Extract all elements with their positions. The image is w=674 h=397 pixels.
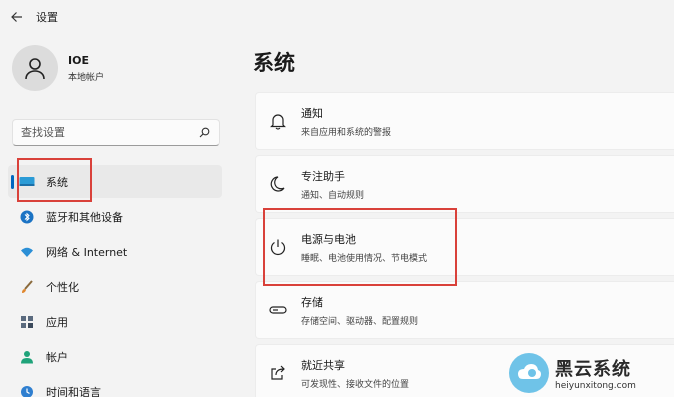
user-profile[interactable]: IOE 本地帐户 [12, 45, 104, 91]
window-title: 设置 [36, 11, 58, 24]
card-title: 电源与电池 [301, 232, 356, 246]
card-subtitle: 可发现性、接收文件的位置 [301, 379, 410, 390]
card-subtitle: 通知、自动规则 [301, 190, 365, 201]
sidebar-item-apps[interactable]: 应用 [8, 305, 222, 338]
card-subtitle: 来自应用和系统的警报 [301, 127, 392, 138]
card-notifications[interactable]: 通知 来自应用和系统的警报 [255, 92, 674, 150]
sidebar-item-label: 网络 & Internet [46, 245, 128, 259]
sidebar-item-label: 时间和语言 [46, 385, 101, 397]
sidebar-item-system[interactable]: 系统 [8, 165, 222, 198]
page-title: 系统 [253, 51, 295, 75]
brush-icon [19, 279, 35, 295]
person-icon [19, 349, 35, 365]
bell-icon [267, 110, 289, 132]
sidebar-item-accounts[interactable]: 帐户 [8, 340, 222, 373]
watermark-title: 黑云系统 [555, 358, 631, 380]
card-title: 就近共享 [301, 358, 345, 372]
monitor-icon [19, 174, 35, 190]
card-subtitle: 存储空间、驱动器、配置规则 [301, 316, 419, 327]
moon-icon [267, 173, 289, 195]
clock-globe-icon [19, 384, 35, 397]
search-box[interactable] [12, 119, 220, 146]
card-title: 存储 [301, 295, 323, 309]
storage-icon [267, 299, 289, 321]
profile-account-type: 本地帐户 [68, 72, 105, 83]
sidebar-item-label: 帐户 [46, 350, 68, 364]
card-title: 通知 [301, 106, 323, 120]
card-power-battery[interactable]: 电源与电池 睡眠、电池使用情况、节电模式 [255, 218, 674, 276]
sidebar-item-label: 系统 [46, 175, 68, 189]
sidebar-item-network[interactable]: 网络 & Internet [8, 235, 222, 268]
sidebar: IOE 本地帐户 系统 蓝牙和其他设备 网络 & In [0, 34, 232, 397]
card-subtitle: 睡眠、电池使用情况、节电模式 [301, 253, 428, 264]
watermark: 黑云系统 heiyunxitong.com [509, 348, 674, 397]
cloud-logo-icon [509, 352, 549, 393]
search-input[interactable] [13, 126, 183, 139]
sidebar-item-personalization[interactable]: 个性化 [8, 270, 222, 303]
back-button[interactable] [2, 2, 32, 32]
apps-icon [19, 314, 35, 330]
wifi-icon [19, 244, 35, 260]
share-icon [267, 362, 289, 384]
title-bar: 设置 [0, 0, 674, 34]
sidebar-item-label: 蓝牙和其他设备 [46, 210, 123, 224]
bluetooth-icon [19, 209, 35, 225]
person-icon [25, 58, 45, 80]
card-focus-assist[interactable]: 专注助手 通知、自动规则 [255, 155, 674, 213]
sidebar-item-bluetooth[interactable]: 蓝牙和其他设备 [8, 200, 222, 233]
card-title: 专注助手 [301, 169, 345, 183]
sidebar-item-time-language[interactable]: 时间和语言 [8, 375, 222, 397]
sidebar-item-label: 应用 [46, 315, 68, 329]
sidebar-item-label: 个性化 [46, 280, 79, 294]
sidebar-nav: 系统 蓝牙和其他设备 网络 & Internet 个性化 应用 帐户 时间和语言 [8, 165, 222, 397]
watermark-url: heiyunxitong.com [555, 380, 636, 391]
avatar [12, 45, 58, 91]
selection-indicator [11, 175, 14, 189]
search-icon[interactable] [199, 127, 210, 138]
back-arrow-icon [11, 12, 22, 22]
power-icon [267, 236, 289, 258]
profile-name: IOE [68, 53, 89, 67]
card-storage[interactable]: 存储 存储空间、驱动器、配置规则 [255, 281, 674, 339]
